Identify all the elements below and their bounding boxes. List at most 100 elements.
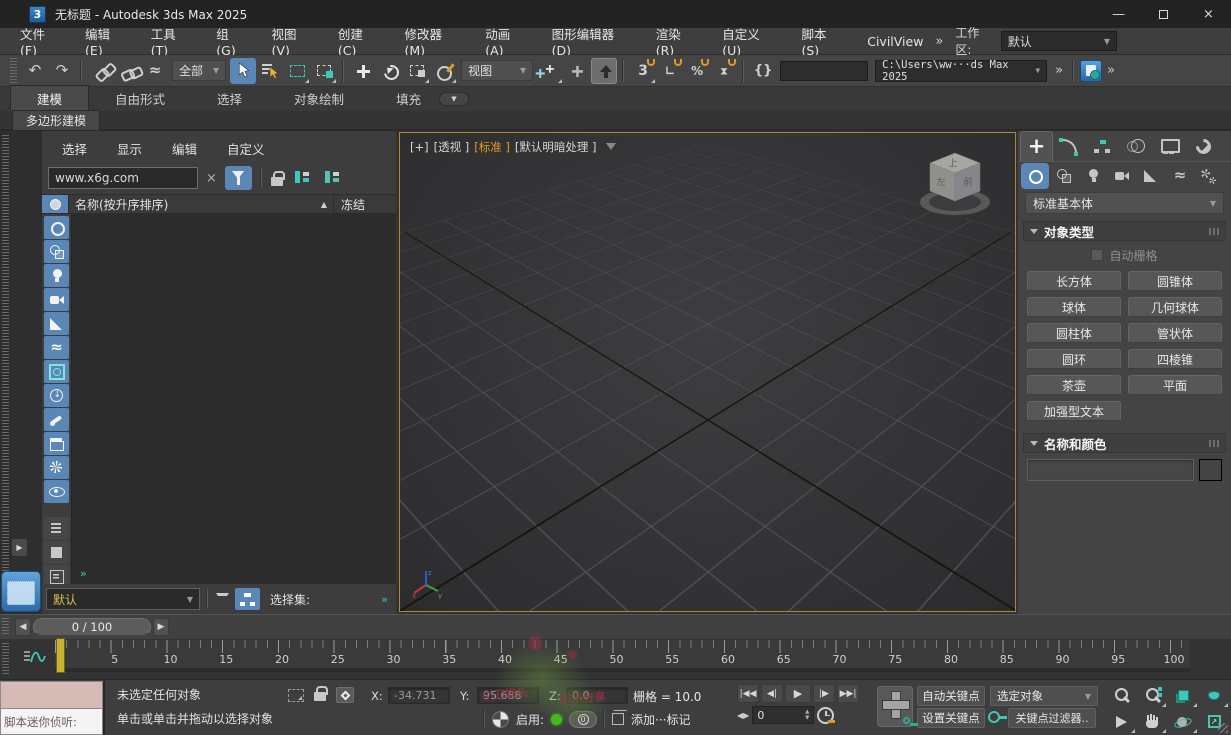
current-frame-field[interactable]: 0 ▲ ▼ [752, 706, 815, 724]
add-time-marker[interactable]: 添加···标记 [631, 711, 690, 728]
project-folder-dropdown[interactable]: C:\Users\ww···ds Max 2025 ▼ [875, 59, 1048, 83]
track-bar-drag-handle[interactable] [2, 643, 9, 675]
toolbar-overflow-chevron-2[interactable]: » [1107, 63, 1115, 78]
time-slider-value[interactable]: 0 / 100 [33, 618, 151, 636]
spinner-arrows-icon[interactable]: ▲ ▼ [805, 709, 809, 721]
column-display-toggle[interactable] [42, 195, 69, 213]
select-and-move-button[interactable] [350, 58, 376, 84]
per-view-filter-icon[interactable] [605, 143, 616, 155]
column-frozen-header[interactable]: 冻结 [334, 195, 396, 213]
ribbon-tab-3[interactable]: 对象绘制 [268, 86, 370, 111]
selection-lock-icon[interactable] [314, 685, 328, 701]
tab-create[interactable]: + [1020, 131, 1053, 161]
auto-key-button[interactable]: 自动关键点 [917, 686, 985, 706]
menu-item-1[interactable]: 编辑(E) [73, 24, 139, 58]
spinner-snap-toggle-button[interactable] [711, 58, 737, 84]
ribbon-panel-polymodeling[interactable]: 多边形建模 [12, 109, 101, 131]
objbtn-6[interactable]: 圆环 [1027, 349, 1121, 369]
layers-icon[interactable] [215, 592, 231, 606]
toolbar-overflow-chevron[interactable]: » [1055, 63, 1063, 78]
category-systems[interactable] [1195, 163, 1223, 189]
objbtn-7[interactable]: 四棱锥 [1128, 349, 1222, 369]
select-and-place-button[interactable] [431, 58, 457, 84]
go-to-start-button[interactable]: |◀◀ [737, 684, 759, 703]
explorer-menu-1[interactable]: 显示 [117, 139, 142, 158]
object-name-input[interactable] [1027, 459, 1194, 481]
y-coord-field[interactable]: 95.688 [477, 687, 539, 704]
menu-item-12[interactable]: CivilView [855, 34, 935, 49]
column-name-header[interactable]: 名称(按升序排序) ▲ [69, 195, 334, 213]
expand-tree-icon[interactable] [294, 171, 311, 185]
listener-macro-row[interactable] [0, 681, 103, 708]
close-button[interactable]: × [1186, 0, 1231, 28]
angle-snap-toggle-button[interactable]: ∟ [657, 58, 683, 84]
zoom-extents-button[interactable] [1168, 683, 1198, 708]
geometry-category-dropdown[interactable]: 标准基本体 ▼ [1025, 192, 1224, 214]
objbtn-8[interactable]: 茶壶 [1027, 375, 1121, 395]
display-cameras-icon[interactable] [44, 288, 69, 311]
explorer-menu-0[interactable]: 选择 [62, 139, 87, 158]
time-slider-cursor[interactable] [56, 638, 65, 673]
redo-button[interactable]: ↷ [49, 58, 75, 84]
filter-button[interactable] [224, 166, 252, 190]
iteration-counter-button[interactable]: 0 [569, 710, 598, 728]
absolute-mode-icon[interactable] [336, 687, 354, 703]
select-and-link-icon[interactable] [88, 58, 114, 84]
use-pivot-point-center-button[interactable] [535, 58, 563, 84]
view-cube[interactable]: 上 左 前 [909, 145, 1001, 223]
maxscript-mini-listener[interactable]: 脚本迷你侦听: [0, 681, 105, 735]
set-keys-button[interactable] [877, 686, 918, 727]
menu-item-7[interactable]: 动画(A) [473, 24, 539, 58]
display-lights-icon[interactable] [44, 264, 69, 287]
rollout-name-color[interactable]: 名称和颜色 [1023, 433, 1226, 453]
display-hidden-eye-icon[interactable] [44, 480, 69, 503]
snaps-toggle-3d-button[interactable]: 3 [630, 58, 656, 84]
footer-overflow-chevron[interactable]: » [381, 593, 388, 606]
display-xrefs-icon[interactable] [44, 384, 69, 407]
objbtn-4[interactable]: 圆柱体 [1027, 323, 1121, 343]
bind-to-space-warp-icon[interactable]: ≈ [142, 58, 168, 84]
menu-item-5[interactable]: 创建(C) [326, 24, 393, 58]
menu-item-0[interactable]: 文件(F) [8, 24, 73, 58]
ribbon-tab-4[interactable]: 填充 [370, 86, 447, 111]
objbtn-9[interactable]: 平面 [1128, 375, 1222, 395]
objbtn-2[interactable]: 球体 [1027, 297, 1121, 317]
explorer-search-input[interactable] [48, 167, 198, 189]
display-spacewarps-icon[interactable]: ≈ [44, 336, 69, 359]
objbtn-3[interactable]: 几何球体 [1128, 297, 1222, 317]
viewport-pov-menu[interactable]: [透视 ] [434, 139, 470, 155]
clear-search-icon[interactable]: × [206, 171, 217, 186]
perspective-viewport[interactable]: [+] [透视 ] [标准 ] [默认明暗处理 ] 上 左 前 x y z [399, 132, 1016, 612]
menu-item-4[interactable]: 视图(V) [260, 24, 326, 58]
objbtn-1[interactable]: 圆锥体 [1128, 271, 1222, 291]
unlink-selection-icon[interactable] [115, 58, 141, 84]
autogrid-checkbox[interactable] [1091, 249, 1104, 261]
x-coord-field[interactable]: -34.731 [388, 687, 450, 704]
explorer-object-list[interactable]: » [71, 214, 396, 584]
tab-display[interactable] [1152, 131, 1185, 161]
category-geometry[interactable] [1021, 162, 1049, 189]
objbtn-5[interactable]: 管状体 [1128, 323, 1222, 343]
percent-snap-toggle-button[interactable]: % [684, 58, 710, 84]
collapse-tree-icon[interactable] [324, 171, 341, 185]
tab-modify[interactable] [1053, 131, 1086, 161]
category-spacewarps[interactable]: ≈ [1166, 163, 1194, 189]
menu-item-6[interactable]: 修改器(M) [392, 24, 473, 58]
explorer-collapse-chevron[interactable]: » [80, 567, 87, 580]
rectangular-selection-region-button[interactable] [284, 58, 310, 84]
rollout-object-type[interactable]: 对象类型 [1023, 221, 1226, 241]
orbit-button[interactable] [1168, 709, 1198, 734]
edit-named-selection-sets-button[interactable]: {} [750, 58, 776, 84]
display-helpers-icon[interactable] [44, 312, 69, 335]
ribbon-tab-2[interactable]: 选择 [191, 86, 268, 111]
menu-item-8[interactable]: 图形编辑器(D) [540, 24, 644, 58]
explorer-menu-2[interactable]: 编辑 [172, 139, 197, 158]
layer-dropdown[interactable]: 默认 ▼ [46, 588, 200, 610]
display-geometry-icon[interactable] [44, 216, 69, 239]
tab-motion[interactable] [1119, 131, 1152, 161]
select-object-button[interactable] [230, 57, 257, 84]
named-selection-sets-dropdown[interactable] [780, 60, 869, 81]
window-resize-grip[interactable] [1218, 723, 1228, 733]
tab-utilities[interactable] [1185, 131, 1218, 161]
category-shapes[interactable] [1050, 163, 1078, 189]
